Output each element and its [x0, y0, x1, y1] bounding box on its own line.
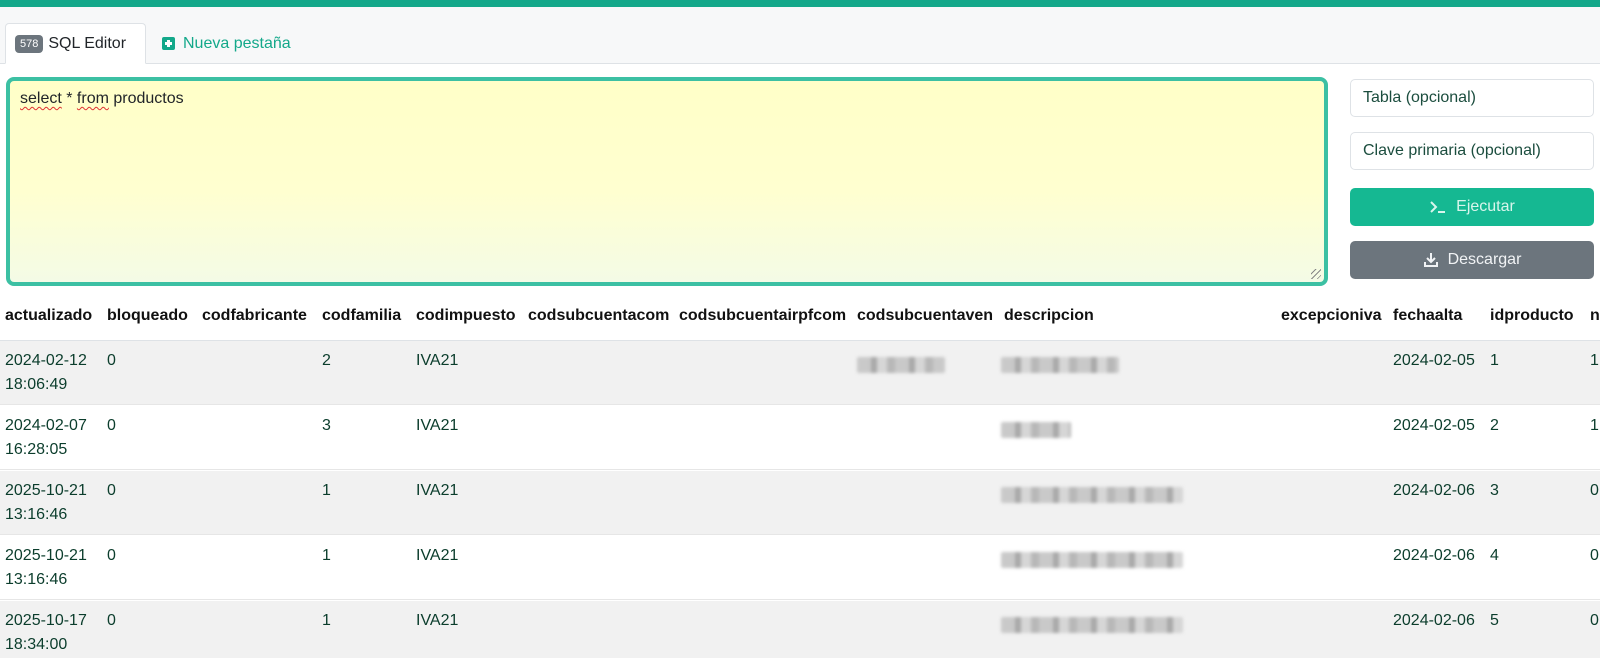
cell-fechaalta: 2024-02-06: [1393, 612, 1475, 629]
sql-editor-textarea[interactable]: select * from productos: [6, 77, 1328, 286]
cell-actualizado: 2024-02-07 16:28:05: [5, 417, 87, 458]
table-header: actualizado bloqueado codfabricante codf…: [0, 295, 1600, 341]
download-button[interactable]: Descargar: [1350, 241, 1594, 279]
column-header[interactable]: codfabricante: [202, 307, 307, 325]
cell-codimpuesto: IVA21: [416, 612, 459, 629]
cell-codsubcuentaven-redacted: [857, 357, 945, 373]
cell-codfamilia: 1: [322, 547, 331, 564]
top-accent-bar: [0, 0, 1600, 7]
cell-n: 0: [1590, 547, 1599, 564]
table-row[interactable]: 2025-10-21 13:16:46 0 1 IVA21 2024-02-06 …: [0, 536, 1600, 600]
primary-key-input-placeholder: Clave primaria (opcional): [1363, 142, 1541, 159]
column-header[interactable]: excepcioniva: [1281, 307, 1382, 325]
sql-word-star: *: [61, 90, 77, 107]
cell-bloqueado: 0: [107, 547, 116, 564]
column-header[interactable]: idproducto: [1490, 307, 1574, 325]
column-header[interactable]: codsubcuentaven: [857, 307, 993, 325]
cell-fechaalta: 2024-02-06: [1393, 547, 1475, 564]
column-header[interactable]: codsubcuentacom: [528, 307, 669, 325]
column-header[interactable]: descripcion: [1004, 307, 1094, 325]
execute-button-label: Ejecutar: [1456, 198, 1515, 215]
cell-actualizado: 2024-02-12 18:06:49: [5, 352, 87, 393]
cell-descripcion-redacted: [1001, 357, 1119, 373]
plus-square-icon: [162, 37, 175, 50]
tabs-bar: 578 SQL Editor Nueva pestaña: [0, 7, 1600, 64]
table-row[interactable]: 2025-10-21 13:16:46 0 1 IVA21 2024-02-06 …: [0, 471, 1600, 535]
cell-idproducto: 4: [1490, 547, 1499, 564]
cell-fechaalta: 2024-02-06: [1393, 482, 1475, 499]
table-row[interactable]: 2024-02-07 16:28:05 0 3 IVA21 2024-02-05 …: [0, 406, 1600, 470]
cell-codimpuesto: IVA21: [416, 547, 459, 564]
column-header[interactable]: bloqueado: [107, 307, 188, 325]
cell-bloqueado: 0: [107, 417, 116, 434]
column-header[interactable]: fechaalta: [1393, 307, 1462, 325]
cell-idproducto: 1: [1490, 352, 1499, 369]
cell-codfamilia: 2: [322, 352, 331, 369]
cell-actualizado: 2025-10-21 13:16:46: [5, 482, 87, 523]
cell-descripcion-redacted: [1001, 617, 1183, 633]
cell-bloqueado: 0: [107, 612, 116, 629]
cell-bloqueado: 0: [107, 352, 116, 369]
download-icon: [1423, 252, 1439, 268]
cell-actualizado: 2025-10-21 13:16:46: [5, 547, 87, 588]
table-row[interactable]: 2024-02-12 18:06:49 0 2 IVA21 2024-02-05 …: [0, 341, 1600, 405]
cell-idproducto: 3: [1490, 482, 1499, 499]
tab-new-label: Nueva pestaña: [183, 34, 291, 52]
tab-count-badge: 578: [15, 34, 44, 53]
sql-word-from: from: [76, 90, 109, 107]
column-header[interactable]: actualizado: [5, 307, 92, 325]
cell-codfamilia: 1: [322, 482, 331, 499]
sql-word-select: select: [20, 90, 62, 107]
tab-sql-editor-label: SQL Editor: [48, 34, 127, 52]
sql-query-text[interactable]: select * from productos: [20, 90, 184, 108]
sql-word-table: productos: [108, 90, 184, 107]
cell-idproducto: 5: [1490, 612, 1499, 629]
cell-descripcion-redacted: [1001, 552, 1183, 568]
column-header[interactable]: codsubcuentairpfcom: [679, 307, 846, 325]
terminal-icon: [1429, 199, 1447, 215]
cell-n: 1: [1590, 417, 1599, 434]
cell-fechaalta: 2024-02-05: [1393, 352, 1475, 369]
cell-actualizado: 2025-10-17 18:34:00: [5, 612, 87, 653]
resize-grip-icon[interactable]: [1311, 269, 1321, 279]
column-header[interactable]: n: [1590, 307, 1600, 325]
column-header[interactable]: codfamilia: [322, 307, 401, 325]
cell-codfamilia: 1: [322, 612, 331, 629]
execute-button[interactable]: Ejecutar: [1350, 188, 1594, 226]
cell-codfamilia: 3: [322, 417, 331, 434]
column-header[interactable]: codimpuesto: [416, 307, 516, 325]
cell-codimpuesto: IVA21: [416, 417, 459, 434]
cell-codimpuesto: IVA21: [416, 482, 459, 499]
table-input[interactable]: Tabla (opcional): [1350, 79, 1594, 117]
tab-new[interactable]: Nueva pestaña: [162, 23, 291, 64]
cell-n: 0: [1590, 482, 1599, 499]
table-input-placeholder: Tabla (opcional): [1363, 89, 1476, 106]
download-button-label: Descargar: [1447, 251, 1522, 268]
cell-bloqueado: 0: [107, 482, 116, 499]
table-row[interactable]: 2025-10-17 18:34:00 0 1 IVA21 2024-02-06 …: [0, 601, 1600, 658]
tab-sql-editor[interactable]: 578 SQL Editor: [5, 23, 146, 64]
cell-n: 0: [1590, 612, 1599, 629]
cell-descripcion-redacted: [1001, 422, 1071, 438]
cell-codimpuesto: IVA21: [416, 352, 459, 369]
cell-n: 1: [1590, 352, 1599, 369]
primary-key-input[interactable]: Clave primaria (opcional): [1350, 132, 1594, 170]
cell-idproducto: 2: [1490, 417, 1499, 434]
cell-fechaalta: 2024-02-05: [1393, 417, 1475, 434]
cell-descripcion-redacted: [1001, 487, 1183, 503]
